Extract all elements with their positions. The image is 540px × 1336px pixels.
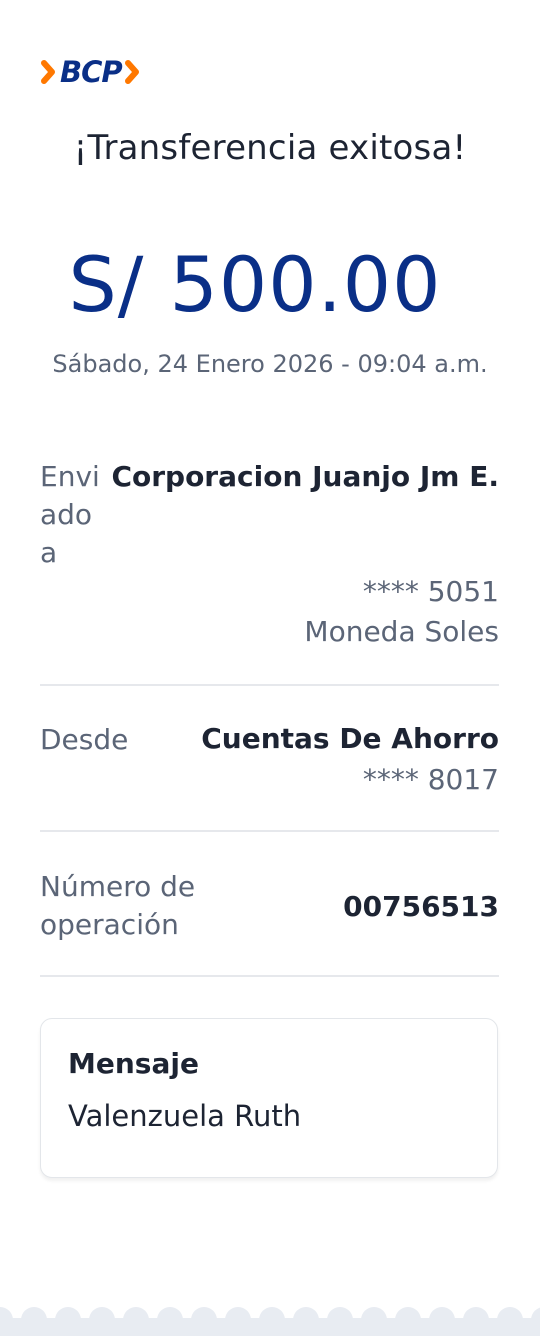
page-title: ¡Transferencia exitosa! (73, 128, 467, 168)
recipient-currency: Moneda Soles (304, 615, 499, 648)
transfer-datetime: Sábado, 24 Enero 2026 - 09:04 a.m. (52, 350, 488, 378)
sent-to-label-line: a (40, 536, 58, 569)
divider (40, 830, 499, 832)
from-label: Desde (40, 723, 129, 756)
recipient-account: **** 5051 (362, 575, 499, 608)
chevron-right-icon (41, 60, 55, 84)
divider (40, 975, 499, 977)
operation-label-line: operación (40, 908, 179, 941)
sent-to-label: Envi ado a (40, 458, 100, 572)
sent-to-label-line: Envi (40, 460, 100, 493)
operation-number: 00756513 (343, 890, 499, 923)
source-account-type: Cuentas De Ahorro (201, 722, 499, 755)
logo-text: BCP (60, 55, 123, 89)
chevron-right-icon (124, 60, 139, 84)
source-account-number: **** 8017 (362, 763, 499, 796)
divider (40, 684, 499, 686)
receipt-scalloped-edge (0, 1307, 540, 1336)
operation-label-line: Número de (40, 870, 196, 903)
bcp-logo: BCP (40, 54, 144, 90)
message-card: Mensaje Valenzuela Ruth (40, 1018, 498, 1178)
sent-to-label-line: ado (40, 498, 93, 531)
transfer-amount: S/ 500.00 (68, 240, 442, 329)
message-body: Valenzuela Ruth (68, 1099, 302, 1133)
recipient-name: Corporacion Juanjo Jm E. (111, 460, 499, 493)
operation-label: Número de operación (40, 868, 195, 944)
message-title: Mensaje (68, 1047, 199, 1080)
